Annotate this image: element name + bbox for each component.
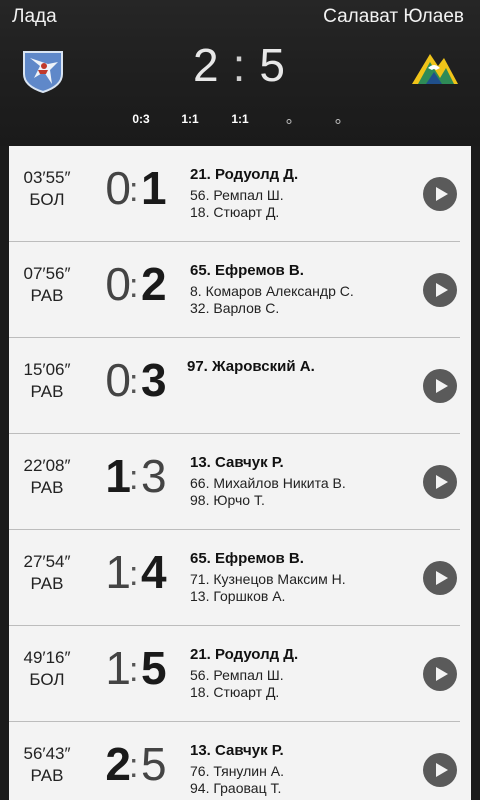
goal-score: 0 : 2 <box>95 254 179 314</box>
goal-score-separator: : <box>129 459 139 497</box>
home-score: 2 <box>193 39 221 91</box>
goal-assist: 94. Граовац Т. <box>190 780 282 796</box>
goal-assist: 76. Тянулин А. <box>190 763 284 779</box>
goal-time: 07′56″ <box>23 264 71 283</box>
goal-assist: 8. Комаров Александр С. <box>190 283 354 299</box>
goal-row: 56′43″ РАВ 2 : 5 13. Савчук Р. 76. Тянул… <box>9 722 471 800</box>
goal-time: 03′55″ <box>23 168 71 187</box>
goal-score-home: 0 <box>105 162 131 214</box>
goal-score-separator: : <box>129 363 139 401</box>
goals-list: 03′55″ БОЛ 0 : 1 21. Родуолд Д. 56. Ремп… <box>9 146 471 800</box>
goal-score-home: 1 <box>105 450 131 502</box>
goal-score: 1 : 5 <box>95 638 179 698</box>
play-icon[interactable] <box>423 561 457 595</box>
goal-score-separator: : <box>129 747 139 785</box>
goal-score-separator: : <box>129 555 139 593</box>
goal-score-away: 3 <box>141 450 167 502</box>
home-team-name[interactable]: Лада <box>12 6 57 28</box>
goal-score-separator: : <box>129 267 139 305</box>
goal-scorer: 97. Жаровский А. <box>187 358 315 375</box>
goal-score-away: 4 <box>141 546 167 598</box>
goal-assist: 71. Кузнецов Максим Н. <box>190 571 346 587</box>
goal-assist: 66. Михайлов Никита В. <box>190 475 346 491</box>
play-icon[interactable] <box>423 657 457 691</box>
period-1-score: 0:3 <box>132 112 150 126</box>
period-2-score: 1:1 <box>181 112 199 126</box>
goal-score: 1 : 4 <box>95 542 179 602</box>
goal-row: 27′54″ РАВ 1 : 4 65. Ефремов В. 71. Кузн… <box>9 530 471 626</box>
goal-score-separator: : <box>129 651 139 689</box>
play-icon[interactable] <box>423 465 457 499</box>
goal-row: 07′56″ РАВ 0 : 2 65. Ефремов В. 8. Комар… <box>9 242 471 338</box>
goal-strength: БОЛ <box>29 190 65 209</box>
goal-row: 03′55″ БОЛ 0 : 1 21. Родуолд Д. 56. Ремп… <box>9 146 471 242</box>
away-team-name[interactable]: Салават Юлаев <box>323 6 464 28</box>
goal-score-separator: : <box>129 171 139 209</box>
goal-row: 22′08″ РАВ 1 : 3 13. Савчук Р. 66. Михай… <box>9 434 471 530</box>
goal-strength: РАВ <box>30 766 64 785</box>
salavat-yulaev-logo <box>412 54 458 84</box>
goal-assist: 32. Варлов С. <box>190 300 280 316</box>
goal-scorer: 21. Родуолд Д. <box>190 646 299 663</box>
goal-assist: 56. Ремпал Ш. <box>190 667 284 683</box>
goal-time: 56′43″ <box>23 744 71 763</box>
goal-strength: РАВ <box>30 286 64 305</box>
goal-strength: БОЛ <box>29 670 65 689</box>
play-icon[interactable] <box>423 753 457 787</box>
goal-assist: 56. Ремпал Ш. <box>190 187 284 203</box>
goal-assist: 13. Горшков А. <box>190 588 286 604</box>
goal-score-home: 2 <box>105 738 131 790</box>
match-header: Лада Салават Юлаев 2:5 0:3 1:1 1:1 <box>0 0 480 146</box>
goal-scorer: 13. Савчук Р. <box>190 742 284 759</box>
goal-score-home: 0 <box>105 354 131 406</box>
goal-scorer: 21. Родуолд Д. <box>190 166 299 183</box>
goal-score-home: 1 <box>105 546 131 598</box>
goal-score: 2 : 5 <box>95 734 179 794</box>
goal-score: 0 : 3 <box>95 350 179 410</box>
goal-assist: 18. Стюарт Д. <box>190 204 280 220</box>
goal-assist: 98. Юрчо Т. <box>190 492 265 508</box>
period-placeholder-dot <box>286 119 292 124</box>
goal-score-away: 3 <box>141 354 167 406</box>
play-icon[interactable] <box>423 369 457 403</box>
goal-time: 15′06″ <box>23 360 71 379</box>
away-score: 5 <box>259 39 287 91</box>
goal-scorer: 13. Савчук Р. <box>190 454 284 471</box>
goal-strength: РАВ <box>30 382 64 401</box>
goal-assist: 18. Стюарт Д. <box>190 684 280 700</box>
goal-row: 49′16″ БОЛ 1 : 5 21. Родуолд Д. 56. Ремп… <box>9 626 471 722</box>
goal-strength: РАВ <box>30 478 64 497</box>
goal-score: 1 : 3 <box>95 446 179 506</box>
goal-score-away: 2 <box>141 258 167 310</box>
period-placeholder-dot <box>335 119 341 124</box>
play-icon[interactable] <box>423 273 457 307</box>
goal-score-home: 0 <box>105 258 131 310</box>
period-3-score: 1:1 <box>231 112 249 126</box>
score-separator: : <box>232 39 248 91</box>
goal-strength: РАВ <box>30 574 64 593</box>
goal-score-away: 5 <box>141 642 167 694</box>
play-icon[interactable] <box>423 177 457 211</box>
goal-time: 22′08″ <box>23 456 71 475</box>
goal-score-away: 1 <box>141 162 167 214</box>
goal-scorer: 65. Ефремов В. <box>190 550 304 567</box>
goal-row: 15′06″ РАВ 0 : 3 97. Жаровский А. <box>9 338 471 434</box>
goal-score-home: 1 <box>105 642 131 694</box>
goal-score-away: 5 <box>141 738 167 790</box>
goal-time: 27′54″ <box>23 552 71 571</box>
goal-scorer: 65. Ефремов В. <box>190 262 304 279</box>
period-scores: 0:3 1:1 1:1 <box>0 112 480 132</box>
goal-score: 0 : 1 <box>95 158 179 218</box>
goal-time: 49′16″ <box>23 648 71 667</box>
